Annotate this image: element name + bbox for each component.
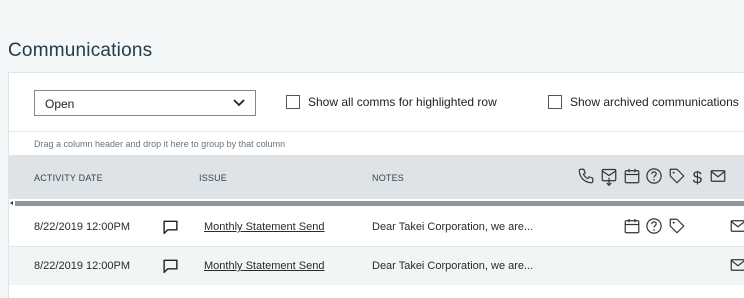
column-header-activity-date[interactable]: ACTIVITY DATE — [34, 173, 103, 183]
status-filter-value: Open — [45, 97, 75, 111]
chat-icon[interactable] — [162, 219, 179, 235]
question-icon[interactable] — [645, 217, 663, 235]
divider — [9, 131, 744, 132]
envelope-icon[interactable] — [709, 167, 727, 185]
issue-link[interactable]: Monthly Statement Send — [204, 221, 324, 233]
show-all-comms-checkbox[interactable] — [286, 95, 300, 109]
communications-panel: Open Show all comms for highlighted row … — [8, 72, 744, 298]
tag-icon[interactable] — [668, 217, 686, 235]
chevron-down-icon — [233, 99, 245, 107]
horizontal-scrollbar[interactable] — [9, 199, 744, 208]
group-by-hint: Drag a column header and drop it here to… — [34, 139, 286, 149]
grid-header: ACTIVITY DATE ISSUE NOTES $ — [9, 155, 744, 199]
row-notes: Dear Takei Corporation, we are... — [372, 221, 534, 233]
tag-icon[interactable] — [668, 167, 686, 185]
page-title: Communications — [8, 40, 153, 61]
calendar-icon[interactable] — [623, 217, 641, 235]
envelope-icon[interactable] — [729, 217, 744, 235]
svg-text:$: $ — [693, 168, 703, 187]
calendar-icon[interactable] — [623, 167, 641, 185]
issue-link[interactable]: Monthly Statement Send — [204, 260, 324, 272]
column-header-notes[interactable]: NOTES — [372, 173, 404, 183]
scroll-left-arrow-icon[interactable] — [10, 201, 13, 205]
table-row[interactable]: 8/22/2019 12:00PM Monthly Statement Send… — [9, 208, 744, 246]
inbox-download-icon[interactable] — [600, 167, 618, 187]
phone-icon[interactable] — [577, 167, 595, 185]
envelope-icon[interactable] — [729, 256, 744, 274]
chat-icon[interactable] — [162, 258, 179, 274]
row-notes: Dear Takei Corporation, we are... — [372, 260, 534, 272]
row-activity-date: 8/22/2019 12:00PM — [34, 260, 131, 272]
dollar-icon[interactable]: $ — [690, 167, 706, 187]
column-header-issue[interactable]: ISSUE — [199, 173, 227, 183]
scrollbar-thumb[interactable] — [15, 201, 744, 206]
status-filter-select[interactable]: Open — [34, 90, 256, 116]
show-archived-label: Show archived communications — [570, 95, 739, 109]
show-all-comms-label: Show all comms for highlighted row — [308, 95, 497, 109]
question-icon[interactable] — [645, 167, 663, 185]
table-row[interactable]: 8/22/2019 12:00PM Monthly Statement Send… — [9, 246, 744, 285]
show-archived-checkbox[interactable] — [548, 95, 562, 109]
row-activity-date: 8/22/2019 12:00PM — [34, 221, 131, 233]
